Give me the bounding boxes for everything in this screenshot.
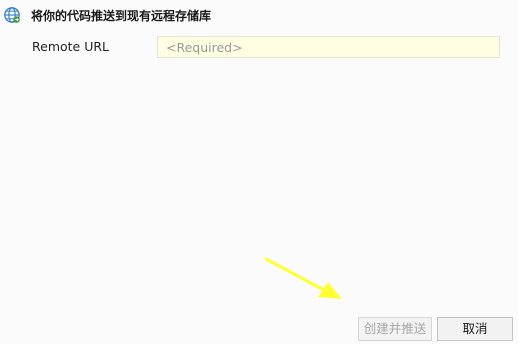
remote-url-input[interactable] bbox=[157, 36, 500, 58]
dialog-header: 将你的代码推送到现有远程存储库 bbox=[0, 0, 518, 32]
create-and-push-button[interactable]: 创建并推送 bbox=[358, 317, 432, 341]
dialog-title: 将你的代码推送到现有远程存储库 bbox=[31, 9, 212, 23]
arrow-icon bbox=[264, 257, 342, 299]
remote-url-label: Remote URL bbox=[32, 39, 110, 54]
cancel-button[interactable]: 取消 bbox=[437, 317, 513, 341]
push-to-remote-dialog: 将你的代码推送到现有远程存储库 Remote URL 创建并推送 取消 bbox=[0, 0, 518, 344]
globe-icon bbox=[4, 7, 20, 23]
